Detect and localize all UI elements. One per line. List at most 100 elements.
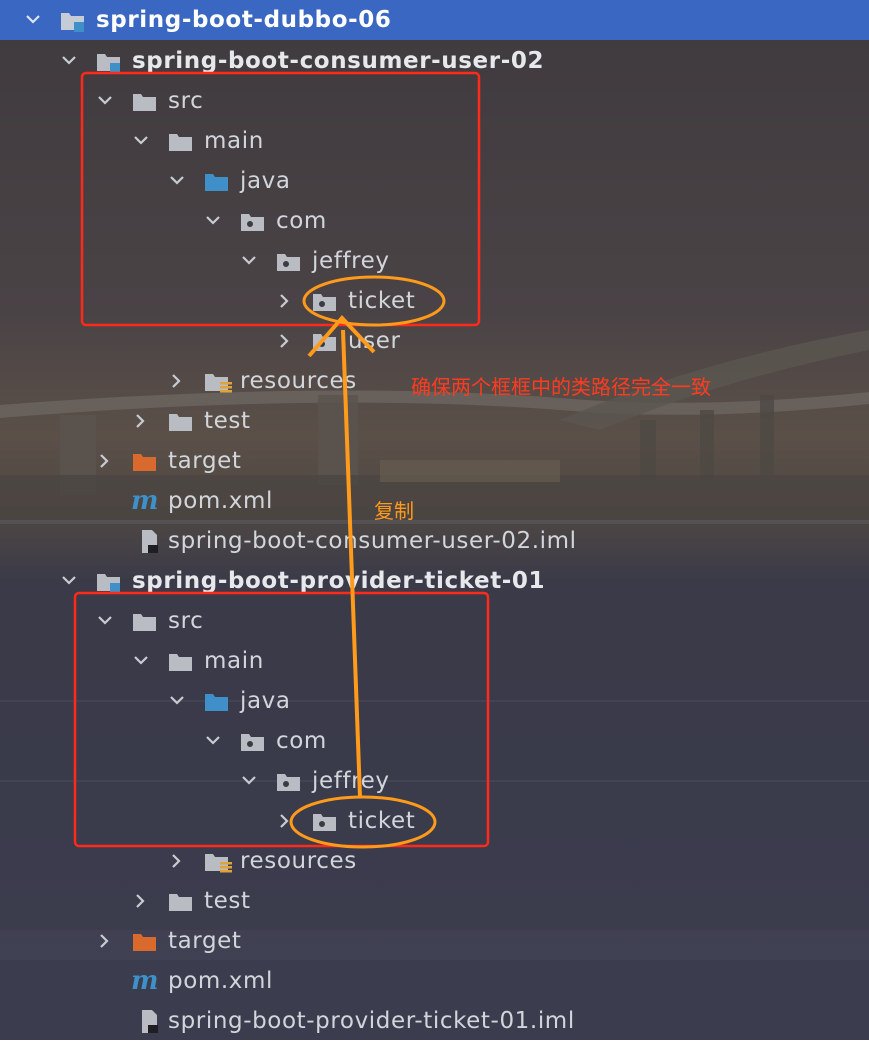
module-folder-icon [96,51,122,73]
svg-text:m: m [131,967,159,995]
chevron-right-icon[interactable] [94,921,116,961]
package-icon [312,291,338,311]
tree-row-consumer-pom[interactable]: m pom.xml [0,481,869,521]
resources-folder-icon [204,851,232,873]
source-folder-icon [204,171,230,191]
chevron-down-icon[interactable] [130,121,152,161]
tree-row-consumer-main[interactable]: main [0,121,869,161]
tree-row-provider-src[interactable]: src [0,601,869,641]
tree-row-consumer-ticket[interactable]: ticket [0,281,869,321]
chevron-down-icon[interactable] [58,41,80,81]
chevron-down-icon[interactable] [94,81,116,121]
chevron-right-icon[interactable] [130,881,152,921]
chevron-down-icon[interactable] [130,641,152,681]
provider-pom-label: pom.xml [168,968,273,994]
provider-module-label: spring-boot-provider-ticket-01 [132,568,546,594]
package-icon [276,771,302,791]
tree-row-consumer-test[interactable]: test [0,401,869,441]
consumer-ticket-label: ticket [348,288,416,314]
tree-row-provider-test[interactable]: test [0,881,869,921]
chevron-down-icon[interactable] [166,681,188,721]
tree-row-provider-target[interactable]: target [0,921,869,961]
chevron-right-icon[interactable] [130,401,152,441]
tree-row-provider-resources[interactable]: resources [0,841,869,881]
tree-row-provider-jeffrey[interactable]: jeffrey [0,761,869,801]
provider-src-label: src [168,608,204,634]
chevron-right-icon[interactable] [274,801,296,841]
folder-icon [168,651,194,671]
provider-jeffrey-label: jeffrey [312,768,390,794]
module-folder-icon [60,10,86,32]
tree-row-consumer-java[interactable]: java [0,161,869,201]
chevron-right-icon[interactable] [166,841,188,881]
tree-row-consumer-iml[interactable]: spring-boot-consumer-user-02.iml [0,521,869,561]
annotation-paths-note: 确保两个框框中的类路径完全一致 [411,375,711,399]
provider-test-label: test [204,888,251,914]
package-icon [240,731,266,751]
excluded-folder-icon [132,451,158,471]
chevron-down-icon[interactable] [58,561,80,601]
provider-com-label: com [276,728,327,754]
folder-icon [168,891,194,911]
consumer-src-label: src [168,88,204,114]
chevron-down-icon[interactable] [238,761,260,801]
provider-target-label: target [168,928,242,954]
root-label: spring-boot-dubbo-06 [96,7,392,33]
tree-row-consumer-com[interactable]: com [0,201,869,241]
tree-row-consumer-target[interactable]: target [0,441,869,481]
package-icon [240,211,266,231]
tree-row-provider-module[interactable]: spring-boot-provider-ticket-01 [0,561,869,601]
package-icon [312,331,338,351]
tree-row-provider-com[interactable]: com [0,721,869,761]
provider-ticket-label: ticket [348,808,416,834]
consumer-iml-label: spring-boot-consumer-user-02.iml [168,528,577,554]
tree-row-consumer-module[interactable]: spring-boot-consumer-user-02 [0,41,869,81]
chevron-right-icon[interactable] [94,441,116,481]
folder-icon [168,131,194,151]
chevron-down-icon[interactable] [202,721,224,761]
excluded-folder-icon [132,931,158,951]
chevron-down-icon[interactable] [202,201,224,241]
svg-text:m: m [131,487,159,515]
tree-row-consumer-src[interactable]: src [0,81,869,121]
chevron-down-icon[interactable] [238,241,260,281]
consumer-main-label: main [204,128,264,154]
tree-row-provider-main[interactable]: main [0,641,869,681]
package-icon [312,811,338,831]
chevron-right-icon[interactable] [274,281,296,321]
module-folder-icon [96,571,122,593]
consumer-jeffrey-label: jeffrey [312,248,390,274]
tree-row-provider-java[interactable]: java [0,681,869,721]
provider-java-label: java [240,688,291,714]
consumer-module-label: spring-boot-consumer-user-02 [132,48,545,74]
tree-row-consumer-user[interactable]: user [0,321,869,361]
chevron-right-icon[interactable] [166,361,188,401]
project-tree: spring-boot-dubbo-06 spring-boot-consume… [0,0,869,1040]
tree-row-provider-iml[interactable]: spring-boot-provider-ticket-01.iml [0,1001,869,1041]
consumer-resources-label: resources [240,368,357,394]
source-folder-icon [204,691,230,711]
tree-row-provider-pom[interactable]: m pom.xml [0,961,869,1001]
resources-folder-icon [204,371,232,393]
folder-icon [132,91,158,111]
chevron-down-icon[interactable] [22,0,44,40]
maven-icon: m [130,486,162,516]
tree-row-consumer-jeffrey[interactable]: jeffrey [0,241,869,281]
consumer-test-label: test [204,408,251,434]
file-icon [138,529,164,553]
chevron-right-icon[interactable] [274,321,296,361]
consumer-user-label: user [348,328,401,354]
annotation-copy-note: 复制 [374,499,414,523]
consumer-java-label: java [240,168,291,194]
chevron-down-icon[interactable] [94,601,116,641]
tree-row-provider-ticket[interactable]: ticket [0,801,869,841]
folder-icon [168,411,194,431]
folder-icon [132,611,158,631]
file-icon [138,1009,164,1033]
provider-resources-label: resources [240,848,357,874]
consumer-com-label: com [276,208,327,234]
provider-main-label: main [204,648,264,674]
tree-row-root[interactable]: spring-boot-dubbo-06 [0,0,869,40]
chevron-down-icon[interactable] [166,161,188,201]
consumer-target-label: target [168,448,242,474]
